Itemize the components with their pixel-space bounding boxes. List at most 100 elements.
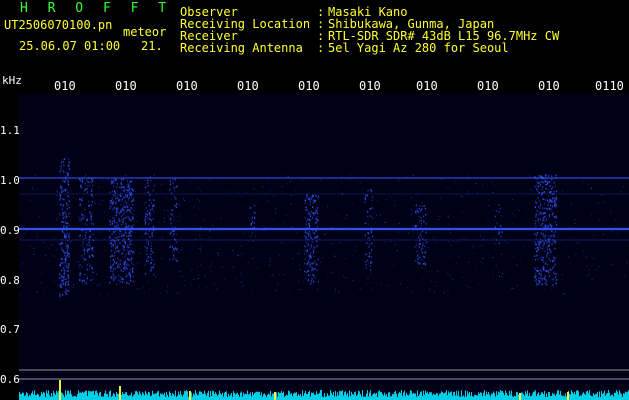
noise-bar	[214, 393, 215, 400]
noise-bar	[137, 392, 138, 400]
echo-speckle	[545, 263, 547, 265]
noise-speckle	[481, 245, 483, 247]
noise-bar	[595, 393, 596, 400]
noise-bar	[35, 395, 36, 400]
noise-speckle	[124, 189, 126, 190]
echo-speckle	[123, 256, 126, 259]
echo-speckle	[81, 280, 83, 283]
noise-speckle	[313, 269, 314, 271]
echo-speckle	[117, 224, 119, 226]
noise-speckle	[472, 244, 474, 245]
echo-speckle	[86, 191, 88, 193]
noise-bar	[596, 393, 597, 400]
noise-bar	[573, 393, 574, 400]
noise-speckle	[164, 197, 166, 199]
echo-speckle	[146, 214, 148, 216]
echo-speckle	[64, 180, 66, 182]
echo-speckle	[62, 227, 64, 229]
noise-speckle	[78, 265, 80, 267]
noise-bar	[254, 393, 255, 400]
noise-speckle	[418, 174, 420, 176]
echo-speckle	[113, 182, 115, 184]
noise-speckle	[198, 278, 200, 279]
echo-speckle	[310, 265, 312, 268]
noise-speckle	[327, 206, 328, 208]
noise-speckle	[215, 211, 217, 213]
echo-speckle	[127, 258, 129, 260]
echo-speckle	[113, 279, 115, 281]
noise-bar	[603, 392, 604, 400]
noise-bar	[200, 391, 201, 400]
noise-speckle	[467, 175, 468, 177]
echo-speckle	[86, 268, 88, 271]
noise-speckle	[272, 219, 274, 220]
noise-speckle	[249, 199, 251, 201]
echo-speckle	[535, 282, 538, 284]
noise-bar	[609, 392, 610, 400]
echo-speckle	[60, 168, 62, 171]
echo-speckle	[370, 268, 372, 271]
echo-speckle	[553, 216, 555, 218]
echo-speckle	[65, 262, 67, 264]
echo-speckle	[124, 249, 126, 252]
noise-speckle	[255, 287, 257, 288]
noise-bar	[466, 396, 467, 400]
noise-bar	[134, 394, 135, 400]
echo-speckle	[369, 265, 371, 267]
echo-speckle	[311, 196, 313, 198]
echo-speckle	[128, 197, 130, 199]
echo-speckle	[421, 236, 423, 239]
noise-speckle	[189, 253, 191, 255]
echo-speckle	[144, 217, 146, 220]
echo-speckle	[538, 277, 540, 279]
noise-speckle	[19, 293, 21, 295]
noise-speckle	[146, 249, 147, 251]
noise-speckle	[359, 182, 361, 184]
echo-speckle	[545, 175, 547, 177]
noise-speckle	[69, 215, 71, 217]
noise-speckle	[54, 185, 55, 187]
echo-speckle	[114, 194, 116, 197]
noise-bar	[614, 392, 615, 400]
noise-bar	[206, 395, 207, 400]
noise-speckle	[341, 250, 343, 252]
noise-bar	[82, 391, 83, 400]
noise-speckle	[271, 275, 273, 277]
noise-speckle	[368, 223, 370, 225]
echo-speckle	[366, 242, 368, 244]
noise-bar	[443, 393, 444, 400]
noise-speckle	[287, 176, 289, 177]
noise-speckle	[423, 242, 424, 244]
noise-speckle	[421, 267, 423, 269]
noise-bar	[382, 393, 383, 400]
noise-speckle	[83, 238, 85, 240]
echo-speckle	[68, 200, 70, 203]
echo-speckle	[123, 233, 125, 236]
noise-speckle	[179, 270, 181, 272]
noise-bar	[41, 392, 42, 400]
noise-speckle	[380, 214, 382, 216]
noise-speckle	[590, 213, 592, 215]
noise-speckle	[216, 288, 218, 290]
noise-speckle	[340, 182, 342, 184]
noise-speckle	[482, 258, 484, 259]
noise-speckle	[449, 256, 451, 258]
echo-speckle	[81, 199, 83, 201]
echo-speckle	[549, 238, 552, 240]
noise-bar	[129, 395, 130, 400]
noise-speckle	[307, 264, 309, 266]
echo-speckle	[316, 245, 318, 247]
echo-speckle	[555, 197, 558, 200]
echo-speckle	[308, 255, 310, 257]
echo-speckle	[112, 244, 114, 246]
echo-speckle	[131, 194, 133, 196]
noise-bar	[237, 392, 238, 400]
noise-speckle	[299, 264, 301, 266]
echo-speckle	[127, 238, 130, 240]
noise-bar	[93, 390, 94, 400]
echo-speckle	[113, 239, 115, 242]
noise-speckle	[598, 219, 600, 221]
noise-speckle	[71, 251, 73, 253]
echo-speckle	[79, 198, 81, 201]
echo-speckle	[124, 196, 126, 198]
